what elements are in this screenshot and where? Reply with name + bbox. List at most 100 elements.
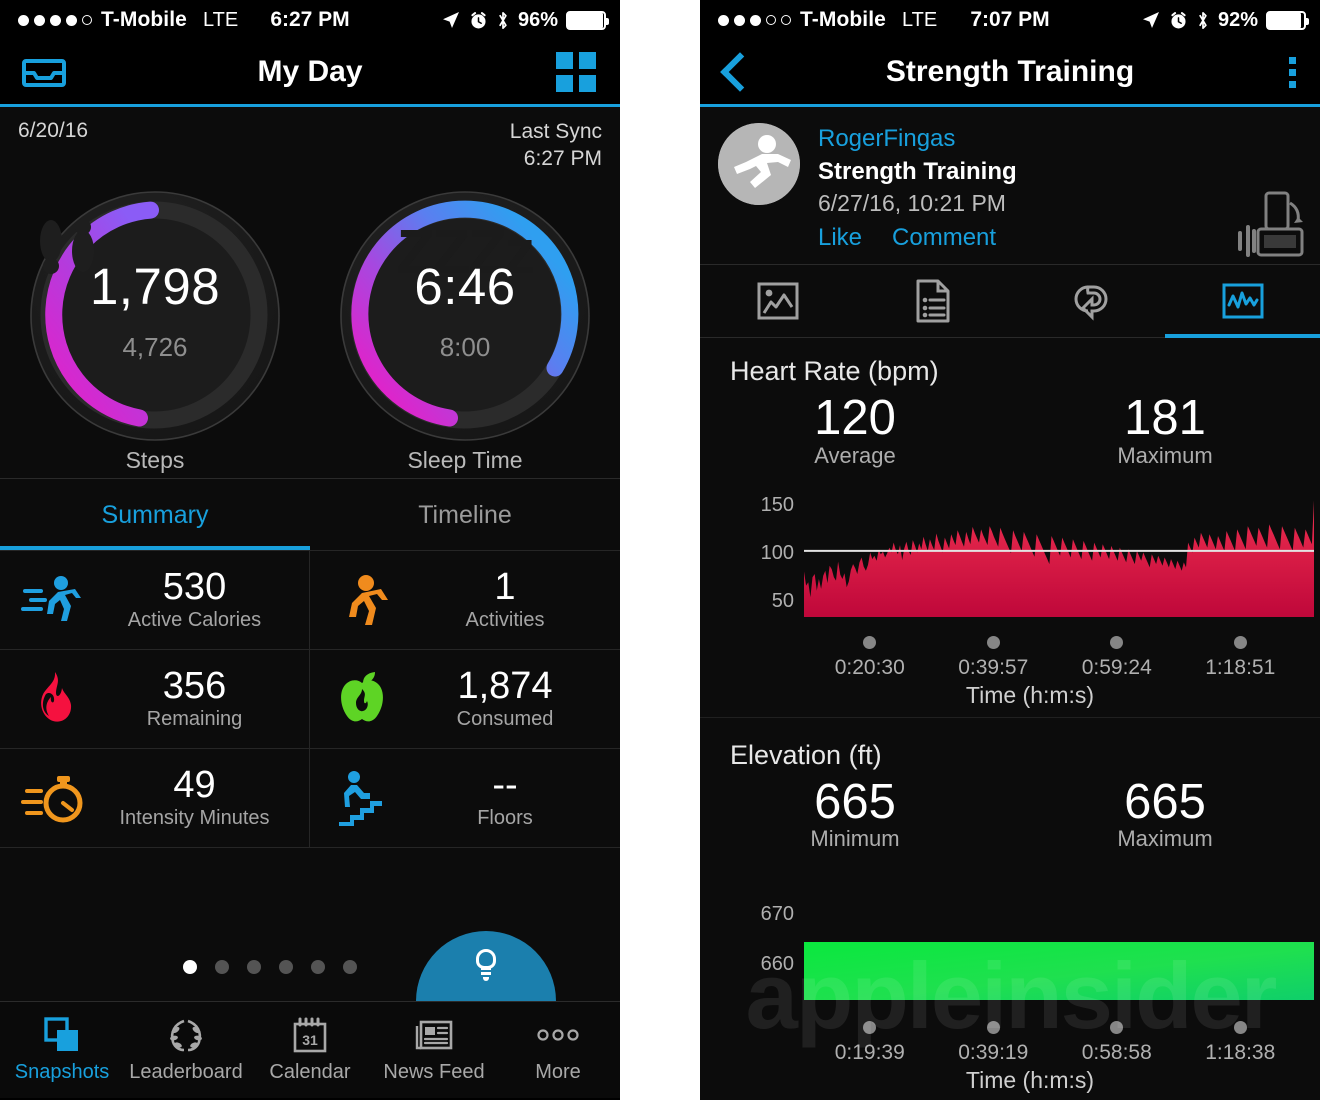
- tab-news-feed[interactable]: News Feed: [372, 1002, 496, 1098]
- tick-dot: [986, 1021, 1000, 1035]
- y-tick-100: 100: [761, 542, 794, 564]
- heart-rate-title: Heart Rate (bpm): [730, 356, 939, 387]
- page-dot[interactable]: [279, 959, 293, 974]
- feed-activity-title: Strength Training: [818, 157, 1017, 185]
- page-dot[interactable]: [215, 959, 229, 974]
- tab-timeline[interactable]: Timeline: [310, 479, 620, 550]
- running-person-icon: [320, 574, 406, 626]
- stat-caption: Activities: [465, 608, 545, 631]
- tab-summary[interactable]: Summary: [0, 479, 310, 550]
- apple-icon: [320, 671, 406, 727]
- grid-icon: [556, 52, 596, 92]
- network-type: LTE: [202, 8, 239, 31]
- details-list-icon: [916, 279, 949, 323]
- tab-label: More: [535, 1060, 581, 1083]
- stat-text: 356 Remaining: [96, 667, 303, 731]
- heart-rate-maximum: 181 Maximum: [1010, 391, 1320, 468]
- grid-view-button[interactable]: [556, 52, 620, 92]
- stat-caption: Remaining: [146, 707, 243, 730]
- alarm-clock-icon: [471, 11, 486, 28]
- avatar[interactable]: [718, 123, 800, 205]
- inbox-button[interactable]: [0, 55, 66, 89]
- x-tick: 1:18:38: [1179, 1021, 1303, 1065]
- stairs-person-icon: [320, 770, 406, 826]
- last-sync-time: 6:27 PM: [523, 146, 602, 170]
- steps-gauge: 1,798 4,726: [26, 183, 284, 441]
- tick-label: 0:19:39: [834, 1041, 905, 1065]
- nav-bar-left: My Day: [0, 40, 620, 104]
- tick-dot: [863, 635, 877, 649]
- elevation-section: Elevation (ft) 665 Minimum 665 Maximum 6…: [700, 717, 1320, 1100]
- page-dots: [183, 959, 357, 974]
- tab-calendar[interactable]: 31 Calendar: [248, 1002, 372, 1098]
- page-title: My Day: [257, 55, 363, 88]
- tab-charts[interactable]: [1165, 265, 1320, 339]
- overflow-menu-button[interactable]: [1289, 56, 1320, 88]
- page-dot[interactable]: [183, 959, 197, 974]
- location-arrow-icon: [1142, 12, 1159, 28]
- feed-username[interactable]: RogerFingas: [818, 123, 1017, 156]
- steps-gauge-card[interactable]: 1,798 4,726 Steps: [20, 183, 290, 474]
- inbox-icon: [22, 59, 66, 87]
- insights-fab-button[interactable]: [416, 930, 556, 1001]
- stat-caption: Floors: [477, 806, 533, 829]
- content-filler: [0, 846, 620, 933]
- activity-feed-card: RogerFingas Strength Training 6/27/16, 1…: [700, 107, 1320, 265]
- newspaper-icon: [415, 1016, 453, 1054]
- elevation-x-axis-label: Time (h:m:s): [965, 1067, 1095, 1094]
- tab-laps[interactable]: [1010, 265, 1165, 337]
- elevation-title: Elevation (ft): [730, 739, 882, 770]
- stat-consumed[interactable]: 1,874 Consumed: [310, 648, 620, 748]
- stat-value: 356: [162, 664, 227, 707]
- laurel-wreath-icon: [167, 1016, 205, 1054]
- stat-caption: Consumed: [456, 707, 554, 730]
- tick-dot: [1233, 635, 1247, 649]
- tab-more[interactable]: More: [496, 1002, 620, 1098]
- tick-dot: [1110, 635, 1124, 649]
- heart-rate-plot: 150 100 50: [761, 494, 1314, 617]
- status-bar-right: T-Mobile LTE 7:07 PM 92%: [700, 0, 1320, 40]
- stat-floors[interactable]: -- Floors: [310, 747, 620, 847]
- stat-remaining[interactable]: 356 Remaining: [0, 648, 310, 748]
- stat-value: 120: [814, 391, 896, 446]
- tick-dot: [1110, 1021, 1124, 1035]
- stat-activities[interactable]: 1 Activities: [310, 549, 620, 649]
- signal-strength-icon: [718, 14, 791, 26]
- feed-timestamp: 6/27/16, 10:21 PM: [818, 190, 1006, 217]
- my-day-panel: 6/20/16 Last Sync 6:27 PM 1,798 4,726 St…: [0, 107, 620, 1098]
- stat-value: 181: [1124, 391, 1206, 446]
- stat-value: 665: [814, 774, 896, 829]
- stat-text: 49 Intensity Minutes: [96, 766, 303, 830]
- x-tick: 0:20:30: [808, 635, 932, 680]
- tab-leaderboard[interactable]: Leaderboard: [124, 1002, 248, 1098]
- tab-snapshots[interactable]: Snapshots: [0, 1002, 124, 1098]
- comment-button[interactable]: Comment: [892, 222, 996, 255]
- stat-caption: Active Calories: [127, 608, 262, 631]
- like-button[interactable]: Like: [818, 222, 862, 255]
- date-sync-row: 6/20/16 Last Sync 6:27 PM: [0, 107, 620, 173]
- stat-intensity-minutes[interactable]: 49 Intensity Minutes: [0, 747, 310, 847]
- page-dot[interactable]: [343, 959, 357, 974]
- tick-dot: [986, 635, 1000, 649]
- back-chevron-icon: [720, 52, 760, 92]
- elevation-chart[interactable]: 670 660: [700, 892, 1320, 1017]
- tick-label: 0:58:58: [1081, 1041, 1152, 1065]
- stat-active-calories[interactable]: 530 Active Calories: [0, 549, 310, 649]
- x-tick: 0:58:58: [1055, 1021, 1179, 1065]
- rotate-device-hint: [1232, 189, 1310, 264]
- back-button[interactable]: [700, 52, 760, 92]
- x-tick: 1:18:51: [1179, 635, 1303, 680]
- page-dot[interactable]: [311, 959, 325, 974]
- runner-avatar-icon: [718, 123, 800, 205]
- page-indicator-row: [0, 930, 620, 1001]
- tab-map[interactable]: [700, 265, 855, 337]
- last-sync: Last Sync 6:27 PM: [510, 119, 602, 173]
- elevation-maximum: 665 Maximum: [1010, 776, 1320, 852]
- gauges-row: 1,798 4,726 Steps ZZZz 6:46 8:00 Sleep T…: [0, 173, 620, 478]
- heart-rate-chart[interactable]: 150 100 50: [700, 487, 1320, 632]
- page-dot[interactable]: [247, 959, 261, 974]
- sleep-gauge-card[interactable]: ZZZz 6:46 8:00 Sleep Time: [330, 183, 600, 474]
- right-phone-screen: T-Mobile LTE 7:07 PM 92% Strength Traini…: [700, 0, 1320, 1100]
- tab-details[interactable]: [855, 265, 1010, 337]
- elevation-stats: 665 Minimum 665 Maximum: [700, 774, 1320, 852]
